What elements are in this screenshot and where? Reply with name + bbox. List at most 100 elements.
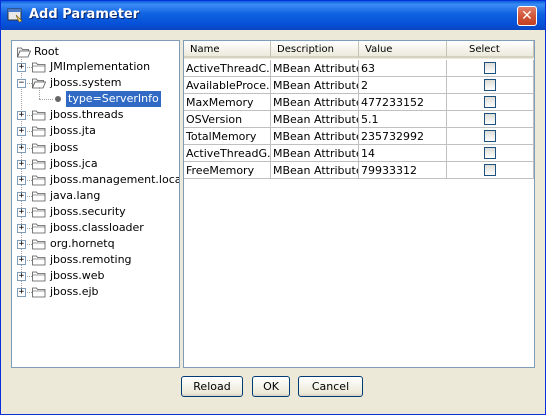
cell-name: ActiveThreadG... bbox=[184, 145, 271, 162]
folder-icon bbox=[32, 271, 46, 282]
tree-node-label: jboss bbox=[50, 140, 79, 154]
tree-node-label-selected: type=ServerInfo bbox=[66, 91, 161, 108]
folder-icon bbox=[32, 239, 46, 250]
reload-button[interactable]: Reload bbox=[181, 376, 243, 397]
tree-node[interactable]: + jboss.remoting bbox=[12, 252, 179, 268]
tree-node-label: jboss.management.local bbox=[50, 172, 180, 186]
tree-node-label: jboss.classloader bbox=[50, 221, 144, 234]
tree-node[interactable]: + jboss.jta bbox=[12, 123, 179, 139]
folder-icon bbox=[32, 207, 46, 218]
tree-root-label: Root bbox=[34, 45, 59, 58]
cell-description: MBean Attribute. bbox=[271, 111, 359, 128]
folder-icon bbox=[32, 223, 46, 234]
cell-description: MBean Attribute. bbox=[271, 128, 359, 145]
cell-value: 79933312 bbox=[359, 162, 447, 179]
expand-icon[interactable]: + bbox=[17, 63, 26, 72]
collapse-icon[interactable]: − bbox=[17, 79, 26, 89]
cell-value: 63 bbox=[359, 60, 447, 77]
tree-node[interactable]: + java.lang bbox=[12, 188, 179, 204]
expand-icon[interactable]: + bbox=[17, 127, 26, 137]
tree-node[interactable]: + jboss.jca bbox=[12, 156, 179, 172]
tree-node[interactable]: + jboss.management.local bbox=[12, 172, 179, 188]
tree-node-label: jboss.security bbox=[50, 204, 126, 218]
table-row[interactable]: MaxMemory MBean Attribute. 477233152 bbox=[184, 94, 534, 111]
select-checkbox[interactable] bbox=[484, 164, 496, 176]
tree-node-label: java.lang bbox=[50, 188, 101, 202]
column-header-select[interactable]: Select bbox=[447, 41, 534, 58]
cell-name: AvailableProce... bbox=[184, 77, 271, 94]
table-row[interactable]: OSVersion MBean Attribute. 5.1 bbox=[184, 111, 534, 128]
tree-node[interactable]: + jboss.security bbox=[12, 204, 179, 220]
select-checkbox[interactable] bbox=[484, 79, 496, 91]
tree-node-label: jboss.jta bbox=[50, 124, 96, 138]
column-header-value[interactable]: Value bbox=[359, 41, 447, 58]
attributes-table: Name Description Value Select ActiveThre… bbox=[183, 40, 535, 368]
expand-icon[interactable]: + bbox=[17, 111, 26, 121]
mbean-tree[interactable]: Root + JMImplementation − jboss.system type=… bbox=[11, 40, 180, 368]
folder-icon bbox=[32, 191, 46, 202]
add-parameter-dialog: Add Parameter ✕ Root + JMImplementation − j… bbox=[0, 0, 546, 415]
tree-node-child[interactable]: type=ServerInfo bbox=[12, 87, 179, 108]
folder-icon bbox=[32, 62, 46, 73]
window-app-icon bbox=[7, 8, 23, 23]
tree-node[interactable]: + jboss.threads bbox=[12, 107, 179, 123]
cell-value: 14 bbox=[359, 145, 447, 162]
cell-select bbox=[447, 162, 534, 179]
select-checkbox[interactable] bbox=[484, 113, 496, 125]
tree-connector bbox=[39, 87, 40, 100]
expand-icon[interactable]: + bbox=[17, 175, 26, 185]
table-row[interactable]: ActiveThreadC... MBean Attribute. 63 bbox=[184, 60, 534, 77]
tree-node-label: JMImplementation bbox=[50, 60, 151, 73]
tree-node[interactable]: + jboss bbox=[12, 140, 179, 156]
tree-node[interactable]: − jboss.system bbox=[12, 75, 179, 91]
table-row[interactable]: TotalMemory MBean Attribute. 235732992 bbox=[184, 128, 534, 145]
expand-icon[interactable]: + bbox=[17, 207, 26, 217]
expand-icon[interactable]: + bbox=[17, 272, 26, 282]
title-bar[interactable]: Add Parameter ✕ bbox=[1, 1, 545, 30]
folder-icon bbox=[32, 143, 46, 153]
cell-value: 5.1 bbox=[359, 111, 447, 128]
expand-icon[interactable]: + bbox=[17, 240, 26, 250]
select-checkbox[interactable] bbox=[484, 96, 496, 108]
expand-icon[interactable]: + bbox=[17, 256, 26, 266]
tree-node[interactable]: + jboss.web bbox=[12, 268, 179, 284]
expand-icon[interactable]: + bbox=[17, 191, 26, 201]
select-checkbox[interactable] bbox=[484, 130, 496, 142]
tree-connector bbox=[39, 99, 53, 101]
cell-select bbox=[447, 128, 534, 145]
cell-select bbox=[447, 145, 534, 162]
table-row[interactable]: FreeMemory MBean Attribute. 79933312 bbox=[184, 162, 534, 179]
folder-icon bbox=[32, 287, 46, 298]
cell-description: MBean Attribute. bbox=[271, 94, 359, 111]
folder-icon bbox=[32, 255, 46, 266]
expand-icon[interactable]: + bbox=[17, 288, 26, 298]
cell-select bbox=[447, 77, 534, 94]
tree-node[interactable]: + jboss.classloader bbox=[12, 220, 179, 236]
column-header-name[interactable]: Name bbox=[184, 41, 271, 58]
cell-value: 477233152 bbox=[359, 94, 447, 111]
tree-node-label: jboss.ejb bbox=[50, 285, 99, 299]
cell-select bbox=[447, 60, 534, 77]
expand-icon[interactable]: + bbox=[17, 143, 26, 153]
expand-icon[interactable]: + bbox=[17, 159, 26, 169]
cell-name: FreeMemory bbox=[184, 162, 271, 179]
cancel-button[interactable]: Cancel bbox=[298, 376, 363, 397]
column-header-description[interactable]: Description bbox=[271, 41, 359, 58]
ok-button[interactable]: OK bbox=[252, 376, 290, 397]
select-checkbox[interactable] bbox=[484, 62, 496, 74]
close-button[interactable]: ✕ bbox=[517, 6, 537, 26]
tree-node[interactable]: + org.hornetq bbox=[12, 236, 179, 252]
table-row[interactable]: AvailableProce... MBean Attribute. 2 bbox=[184, 77, 534, 94]
expand-icon[interactable]: + bbox=[17, 224, 26, 233]
folder-icon bbox=[32, 175, 46, 186]
tree-node[interactable]: + JMImplementation bbox=[12, 59, 179, 75]
cell-description: MBean Attribute. bbox=[271, 77, 359, 94]
table-row[interactable]: ActiveThreadG... MBean Attribute. 14 bbox=[184, 145, 534, 162]
cell-value: 235732992 bbox=[359, 128, 447, 145]
dialog-body: Root + JMImplementation − jboss.system type=… bbox=[4, 30, 542, 412]
folder-icon bbox=[32, 126, 46, 137]
tree-node[interactable]: + jboss.ejb bbox=[12, 284, 179, 300]
tree-node-label: jboss.remoting bbox=[50, 253, 132, 267]
select-checkbox[interactable] bbox=[484, 147, 496, 159]
bullet-icon bbox=[55, 96, 61, 103]
